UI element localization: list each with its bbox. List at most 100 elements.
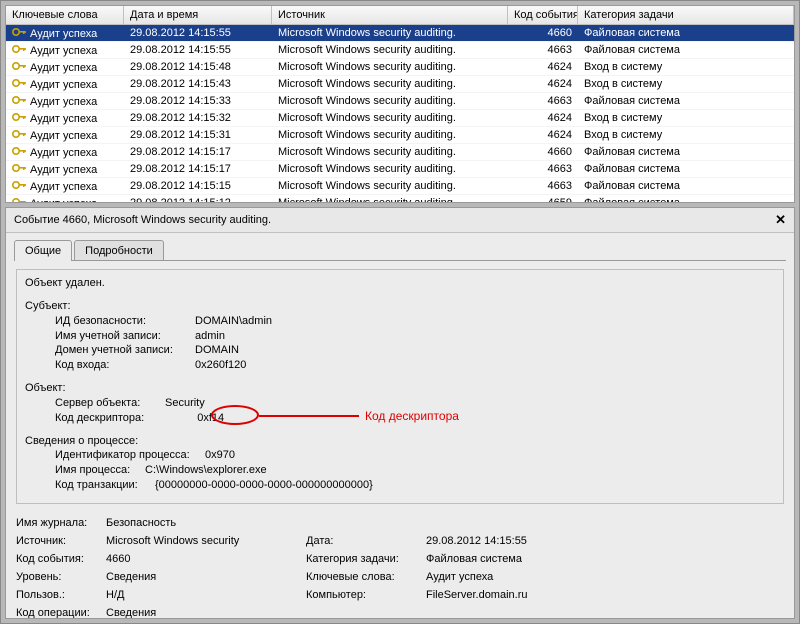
event-detail-panel: Событие 4660, Microsoft Windows security…	[5, 207, 795, 619]
meta-keywords-label: Ключевые слова:	[306, 571, 426, 583]
subject-account-value: admin	[195, 329, 225, 344]
cell-task: Файловая система	[578, 145, 794, 159]
meta-task-value: Файловая система	[426, 553, 522, 565]
cell-source: Microsoft Windows security auditing.	[272, 196, 508, 202]
meta-task-label: Категория задачи:	[306, 553, 426, 565]
cell-datetime: 29.08.2012 14:15:15	[124, 179, 272, 193]
cell-task: Файловая система	[578, 162, 794, 176]
table-row[interactable]: Аудит успеха 29.08.2012 14:15:55Microsoft…	[6, 42, 794, 59]
meta-computer-label: Компьютер:	[306, 589, 426, 601]
cell-datetime: 29.08.2012 14:15:48	[124, 60, 272, 74]
cell-code: 4663	[508, 43, 578, 57]
meta-keywords-value: Аудит успеха	[426, 571, 493, 583]
object-section-label: Объект:	[25, 381, 775, 396]
cell-source: Microsoft Windows security auditing.	[272, 43, 508, 57]
cell-keywords: Аудит успеха	[30, 147, 97, 159]
annotation-oval	[211, 405, 259, 425]
event-message-box: Объект удален. Субъект: ИД безопасности:…	[16, 269, 784, 504]
meta-opcode-value: Сведения	[106, 607, 306, 618]
subject-section-label: Субъект:	[25, 299, 775, 314]
subject-account-label: Имя учетной записи:	[55, 329, 195, 344]
event-detail-title: Событие 4660, Microsoft Windows security…	[14, 214, 271, 226]
cell-source: Microsoft Windows security auditing.	[272, 26, 508, 40]
cell-code: 4624	[508, 128, 578, 142]
tab-general[interactable]: Общие	[14, 240, 72, 261]
cell-keywords: Аудит успеха	[30, 164, 97, 176]
cell-datetime: 29.08.2012 14:15:12	[124, 196, 272, 202]
cell-source: Microsoft Windows security auditing.	[272, 145, 508, 159]
object-server-value: Security	[165, 396, 205, 411]
cell-code: 4624	[508, 77, 578, 91]
cell-code: 4660	[508, 26, 578, 40]
table-row[interactable]: Аудит успеха29.08.2012 14:15:17Microsoft…	[6, 161, 794, 178]
cell-code: 4624	[508, 60, 578, 74]
cell-datetime: 29.08.2012 14:15:55	[124, 43, 272, 57]
annotation-line	[259, 415, 359, 417]
meta-logname-value: Безопасность	[106, 517, 306, 529]
cell-task: Вход в систему	[578, 128, 794, 142]
cell-task: Файловая система	[578, 94, 794, 108]
table-row[interactable]: Аудит успеха29.08.2012 14:15:33Microsoft…	[6, 93, 794, 110]
key-icon	[12, 61, 26, 71]
cell-keywords: Аудит успеха	[30, 130, 97, 142]
cell-code: 4663	[508, 94, 578, 108]
table-row[interactable]: Аудит успеха29.08.2012 14:15:55Microsoft…	[6, 25, 794, 42]
cell-code: 4659	[508, 196, 578, 202]
cell-source: Microsoft Windows security auditing.	[272, 179, 508, 193]
cell-code: 4663	[508, 179, 578, 193]
cell-source: Microsoft Windows security auditing.	[272, 111, 508, 125]
process-id-value: 0x970	[205, 448, 235, 463]
cell-source: Microsoft Windows security auditing.	[272, 60, 508, 74]
subject-sid-label: ИД безопасности:	[55, 314, 195, 329]
cell-task: Файловая система	[578, 43, 794, 57]
table-row[interactable]: Аудит успеха 29.08.2012 14:15:15Microsoft…	[6, 178, 794, 195]
cell-code: 4624	[508, 111, 578, 125]
col-header-datetime[interactable]: Дата и время	[124, 6, 272, 24]
event-detail-body[interactable]: Объект удален. Субъект: ИД безопасности:…	[6, 261, 794, 618]
close-icon[interactable]: ✕	[775, 212, 786, 228]
tab-details[interactable]: Подробности	[74, 240, 164, 261]
object-server-label: Сервер объекта:	[55, 396, 165, 411]
event-message-heading: Объект удален.	[25, 276, 775, 291]
key-icon	[12, 95, 26, 105]
col-header-code[interactable]: Код события	[508, 6, 578, 24]
meta-user-label: Пользов.:	[16, 589, 106, 601]
col-header-task[interactable]: Категория задачи	[578, 6, 794, 24]
event-list-header: Ключевые слова Дата и время Источник Код…	[6, 6, 794, 25]
meta-logname-label: Имя журнала:	[16, 517, 106, 529]
col-header-keywords[interactable]: Ключевые слова	[6, 6, 124, 24]
subject-logonid-label: Код входа:	[55, 358, 195, 373]
cell-task: Файловая система	[578, 179, 794, 193]
subject-domain-value: DOMAIN	[195, 343, 239, 358]
cell-datetime: 29.08.2012 14:15:31	[124, 128, 272, 142]
table-row[interactable]: Аудит успеха29.08.2012 14:15:32Microsoft…	[6, 110, 794, 127]
cell-datetime: 29.08.2012 14:15:17	[124, 145, 272, 159]
table-row[interactable]: Аудит успеха29.08.2012 14:15:43Microsoft…	[6, 76, 794, 93]
subject-logonid-value: 0x260f120	[195, 358, 246, 373]
event-list-panel: Ключевые слова Дата и время Источник Код…	[5, 5, 795, 203]
event-list-body[interactable]: Аудит успеха29.08.2012 14:15:55Microsoft…	[6, 25, 794, 202]
meta-source-label: Источник:	[16, 535, 106, 547]
meta-date-value: 29.08.2012 14:15:55	[426, 535, 527, 547]
table-row[interactable]: Аудит успеха 29.08.2012 14:15:12Microsoft…	[6, 195, 794, 202]
meta-source-value: Microsoft Windows security	[106, 535, 306, 547]
cell-keywords: Аудит успеха	[30, 96, 97, 108]
cell-keywords: Аудит успеха	[30, 45, 97, 57]
cell-task: Файловая система	[578, 26, 794, 40]
key-icon	[12, 27, 26, 37]
meta-date-label: Дата:	[306, 535, 426, 547]
meta-user-value: Н/Д	[106, 589, 306, 601]
table-row[interactable]: Аудит успеха29.08.2012 14:15:31Microsoft…	[6, 127, 794, 144]
cell-keywords: Аудит успеха	[30, 181, 97, 193]
key-icon	[12, 78, 26, 88]
table-row[interactable]: Аудит успеха29.08.2012 14:15:48Microsoft…	[6, 59, 794, 76]
event-detail-titlebar: Событие 4660, Microsoft Windows security…	[6, 208, 794, 233]
process-name-value: C:\Windows\explorer.exe	[145, 463, 267, 478]
cell-code: 4663	[508, 162, 578, 176]
key-icon	[12, 180, 26, 190]
col-header-source[interactable]: Источник	[272, 6, 508, 24]
cell-keywords: Аудит успеха	[30, 198, 97, 203]
table-row[interactable]: Аудит успеха 29.08.2012 14:15:17Microsoft…	[6, 144, 794, 161]
meta-opcode-label: Код операции:	[16, 607, 106, 618]
subject-sid-value: DOMAIN\admin	[195, 314, 272, 329]
